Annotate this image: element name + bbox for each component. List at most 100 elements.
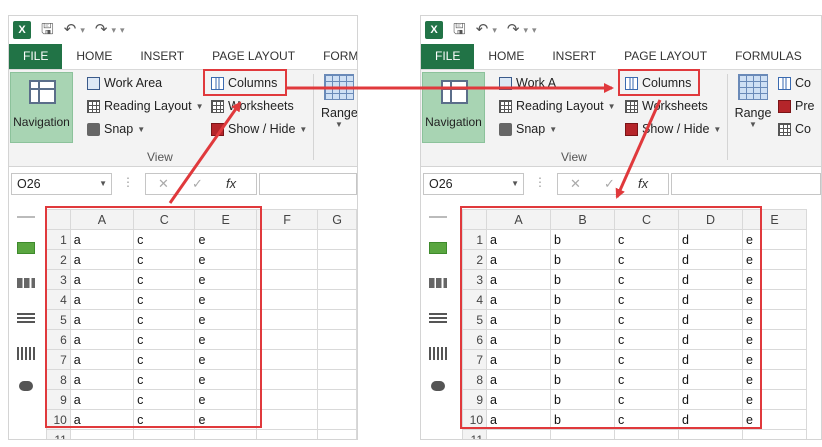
grid-cell[interactable]: a [69, 289, 135, 310]
sheet-icon[interactable] [17, 242, 35, 254]
grid-cell[interactable]: d [678, 269, 743, 290]
customize-toolbar-icon[interactable]: ▾ [532, 25, 537, 36]
grid-cell[interactable]: e [194, 309, 257, 330]
grid-cell[interactable]: e [194, 289, 257, 310]
grid-cell[interactable] [255, 349, 319, 370]
grid-cell[interactable] [317, 329, 357, 350]
grid-cell[interactable] [255, 389, 319, 410]
menu-icon[interactable] [17, 216, 35, 218]
grid-cell[interactable] [317, 249, 357, 270]
grid-cell[interactable] [255, 329, 319, 350]
column-header[interactable]: C [614, 209, 679, 230]
undo-icon[interactable]: ↶ [64, 22, 77, 38]
row-header[interactable]: 11 [462, 429, 487, 439]
worksheets-button[interactable]: Worksheets [625, 99, 708, 113]
grid-cell[interactable]: e [194, 269, 257, 290]
chart-icon[interactable] [17, 278, 35, 288]
name-box[interactable]: O26 ▼ [11, 173, 112, 195]
grid-cell[interactable]: b [550, 389, 615, 410]
grid-cell[interactable] [255, 309, 319, 330]
grid-cell[interactable] [550, 429, 615, 439]
grid-cell[interactable]: e [742, 409, 807, 430]
row-header[interactable]: 8 [46, 369, 71, 390]
column-header[interactable]: B [550, 209, 615, 230]
grid-cell[interactable]: e [742, 269, 807, 290]
tab-file[interactable]: FILE [421, 44, 475, 69]
grid-cell[interactable]: e [742, 369, 807, 390]
grid-cell[interactable] [317, 269, 357, 290]
snap-button[interactable]: Snap ▼ [87, 122, 145, 136]
grid-cell[interactable]: d [678, 309, 743, 330]
grid-cell[interactable] [317, 429, 357, 439]
cancel-icon[interactable]: ✕ [158, 176, 169, 192]
undo-icon[interactable]: ↶ [476, 22, 489, 38]
grid-cell[interactable]: e [194, 229, 257, 250]
grid-cell[interactable] [255, 369, 319, 390]
enter-icon[interactable]: ✓ [192, 176, 203, 192]
grid-cell[interactable]: c [133, 309, 196, 330]
work-area-button[interactable]: Work A [499, 76, 556, 90]
column-header[interactable]: F [255, 209, 319, 230]
grid-cell[interactable] [317, 349, 357, 370]
find-icon[interactable] [431, 381, 445, 391]
grid-cell[interactable]: c [133, 269, 196, 290]
grid-cell[interactable]: d [678, 229, 743, 250]
grid-cell[interactable]: b [550, 309, 615, 330]
grid-cell[interactable]: c [133, 229, 196, 250]
grid-cell[interactable]: e [742, 229, 807, 250]
grid-cell[interactable] [317, 309, 357, 330]
grid-cell[interactable]: c [614, 409, 679, 430]
compare-button[interactable]: Co [778, 76, 811, 90]
grid-cell[interactable]: a [486, 409, 551, 430]
grid-cell[interactable]: b [550, 349, 615, 370]
grid-cell[interactable]: a [486, 369, 551, 390]
row-header[interactable]: 5 [462, 309, 487, 330]
grid-cell[interactable]: e [742, 349, 807, 370]
grid-cell[interactable] [317, 389, 357, 410]
grid-cell[interactable]: c [614, 389, 679, 410]
chevron-down-icon[interactable]: ▼ [511, 174, 519, 194]
grid-cell[interactable]: a [69, 389, 135, 410]
column-header[interactable]: C [133, 209, 196, 230]
grid-cell[interactable] [317, 289, 357, 310]
grid-cell[interactable]: c [133, 369, 196, 390]
column-header[interactable]: D [678, 209, 743, 230]
row-header[interactable]: 2 [462, 249, 487, 270]
grid-cell[interactable] [317, 409, 357, 430]
grid-cell[interactable]: a [486, 249, 551, 270]
grid-cell[interactable]: b [550, 329, 615, 350]
snap-button[interactable]: Snap ▼ [499, 122, 557, 136]
row-header[interactable]: 10 [462, 409, 487, 430]
grid-cell[interactable]: d [678, 409, 743, 430]
range-button[interactable]: Range ▼ [321, 74, 357, 129]
grid-cell[interactable] [133, 429, 196, 439]
tab-page-layout[interactable]: PAGE LAYOUT [610, 44, 721, 69]
grid-cell[interactable]: c [614, 229, 679, 250]
columns-grid-icon[interactable] [17, 347, 35, 360]
column-header[interactable]: E [742, 209, 807, 230]
grid-cell[interactable]: c [614, 289, 679, 310]
grid-cell[interactable]: e [742, 309, 807, 330]
tab-formulas[interactable]: FORMULAS [721, 44, 816, 69]
insert-function-icon[interactable]: fx [226, 176, 236, 191]
redo-dropdown-icon[interactable]: ▾ [111, 25, 116, 36]
reading-layout-button[interactable]: Reading Layout ▼ [87, 99, 204, 113]
prevent-button[interactable]: Pre [778, 99, 814, 113]
undo-dropdown-icon[interactable]: ▾ [80, 25, 85, 36]
formula-input[interactable] [671, 173, 821, 195]
grid-cell[interactable]: e [742, 389, 807, 410]
grid-cell[interactable]: a [69, 249, 135, 270]
grid-cell[interactable]: a [486, 349, 551, 370]
grid-cell[interactable] [317, 229, 357, 250]
work-area-button[interactable]: Work Area [87, 76, 162, 90]
menu-icon[interactable] [429, 216, 447, 218]
redo-icon[interactable]: ↷ [507, 22, 520, 38]
grid-cell[interactable]: c [614, 249, 679, 270]
grid-cell[interactable]: d [678, 349, 743, 370]
columns-button[interactable]: Columns [211, 76, 277, 90]
grid-cell[interactable]: a [69, 329, 135, 350]
grid-cell[interactable]: c [614, 309, 679, 330]
tab-insert[interactable]: INSERT [126, 44, 198, 69]
grid-cell[interactable]: a [69, 409, 135, 430]
row-header[interactable]: 11 [46, 429, 71, 439]
